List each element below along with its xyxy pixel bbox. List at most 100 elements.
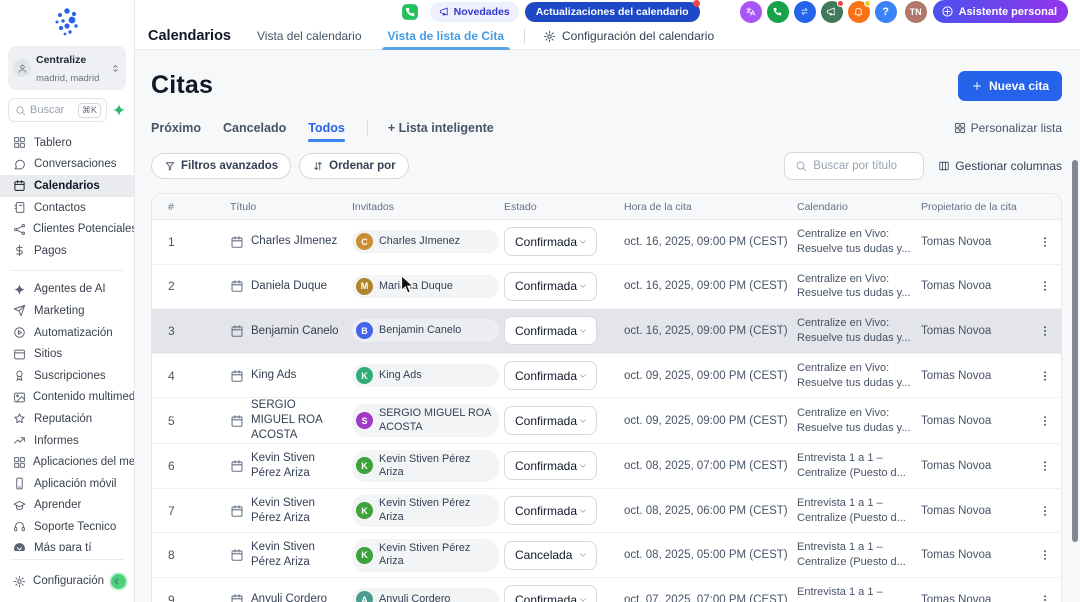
row-menu-button[interactable] xyxy=(1029,235,1061,249)
sidebar-collapse-button[interactable] xyxy=(111,574,126,589)
tab-proximo[interactable]: Próximo xyxy=(151,121,201,142)
appointment-title-cell[interactable]: King Ads xyxy=(230,368,352,383)
appointment-title-cell[interactable]: Charles JImenez xyxy=(230,234,352,249)
sidebar-item-más-para-tí[interactable]: Más para tí xyxy=(0,538,134,551)
notifications-icon[interactable] xyxy=(848,1,870,23)
table-row[interactable]: 2 Daniela Duque M Mariana Duque Confirma… xyxy=(152,265,1061,310)
search-by-title-input[interactable] xyxy=(813,160,913,172)
status-dropdown[interactable]: Confirmada xyxy=(504,585,597,602)
manage-columns-button[interactable]: Gestionar columnas xyxy=(938,159,1062,173)
sidebar-item-aplicaciones-del-mercado[interactable]: Aplicaciones del mercado xyxy=(0,451,134,473)
table-row[interactable]: 6 Kevin Stiven Pérez Ariza K Kevin Stive… xyxy=(152,444,1061,489)
sidebar-item-contactos[interactable]: Contactos xyxy=(0,197,134,219)
sidebar-item-aprender[interactable]: Aprender xyxy=(0,495,134,517)
sidebar-item-suscripciones[interactable]: Suscripciones xyxy=(0,365,134,387)
status-cell: Confirmada xyxy=(504,451,624,480)
sidebar-item-clientes-potenciales[interactable]: Clientes Potenciales xyxy=(0,218,134,240)
novedades-pill[interactable]: Novedades xyxy=(430,2,519,22)
status-dropdown[interactable]: Confirmada xyxy=(504,406,597,435)
sidebar-item-automatización[interactable]: Automatización xyxy=(0,322,134,344)
appointment-title-cell[interactable]: Kevin Stiven Pérez Ariza xyxy=(230,451,352,481)
table-row[interactable]: 4 King Ads K King Ads Confirmada oct. 09… xyxy=(152,354,1061,399)
advanced-filters-button[interactable]: Filtros avanzados xyxy=(151,153,291,179)
tab-todos[interactable]: Todos xyxy=(308,121,345,142)
account-selector[interactable]: Centralize madrid, madrid xyxy=(8,46,126,90)
invitee-pill[interactable]: K Kevin Stiven Pérez Ariza xyxy=(352,494,499,527)
sidebar-item-soporte-tecnico[interactable]: Soporte Tecnico xyxy=(0,516,134,538)
status-dropdown[interactable]: Cancelada xyxy=(504,541,597,570)
status-dropdown[interactable]: Confirmada xyxy=(504,451,597,480)
sidebar-item-marketing[interactable]: Marketing xyxy=(0,300,134,322)
announcements-icon[interactable] xyxy=(821,1,843,23)
smart-list-button[interactable]: + Lista inteligente xyxy=(388,121,494,142)
appointment-title-cell[interactable]: Kevin Stiven Pérez Ariza xyxy=(230,496,352,526)
invitee-pill[interactable]: K Kevin Stiven Pérez Ariza xyxy=(352,539,499,572)
table-row[interactable]: 7 Kevin Stiven Pérez Ariza K Kevin Stive… xyxy=(152,489,1061,534)
sidebar-item-agentes-de-ai[interactable]: Agentes de AI xyxy=(0,279,134,301)
appointment-title-cell[interactable]: Anyuli Cordero xyxy=(230,592,352,602)
table-row[interactable]: 9 Anyuli Cordero A Anyuli Cordero Confir… xyxy=(152,578,1061,602)
user-avatar[interactable]: TN xyxy=(905,1,927,23)
status-dropdown[interactable]: Confirmada xyxy=(504,496,597,525)
help-icon[interactable]: ? xyxy=(875,1,897,23)
sidebar-item-pagos[interactable]: Pagos xyxy=(0,240,134,262)
phone-icon[interactable] xyxy=(767,1,789,23)
invitee-pill[interactable]: C Charles JImenez xyxy=(352,230,499,253)
new-appointment-button[interactable]: Nueva cita xyxy=(958,71,1062,101)
status-dropdown[interactable]: Confirmada xyxy=(504,272,597,301)
transfer-icon[interactable] xyxy=(794,1,816,23)
tab-cancelado[interactable]: Cancelado xyxy=(223,121,286,142)
ai-sparkle-button[interactable] xyxy=(112,103,126,117)
table-row[interactable]: 3 Benjamin Canelo B Benjamin Canelo Conf… xyxy=(152,309,1061,354)
status-dropdown[interactable]: Confirmada xyxy=(504,361,597,390)
row-menu-button[interactable] xyxy=(1029,324,1061,338)
row-menu-button[interactable] xyxy=(1029,504,1061,518)
sidebar-item-contenido-multimedia-u[interactable]: Contenido multimedia U... xyxy=(0,387,134,409)
invitee-pill[interactable]: K Kevin Stiven Pérez Ariza xyxy=(352,450,499,483)
sidebar-search[interactable]: ⌘K xyxy=(8,98,107,122)
table-row[interactable]: 1 Charles JImenez C Charles JImenez Conf… xyxy=(152,220,1061,265)
sidebar-item-calendarios[interactable]: Calendarios xyxy=(0,175,134,197)
chevron-down-icon xyxy=(578,281,588,291)
row-menu-button[interactable] xyxy=(1029,459,1061,473)
sidebar-item-configuracion[interactable]: Configuración xyxy=(0,568,134,594)
search-by-title[interactable] xyxy=(784,152,924,180)
sidebar-item-tablero[interactable]: Tablero xyxy=(0,132,134,154)
appointment-title-cell[interactable]: SERGIO MIGUEL ROA ACOSTA xyxy=(230,398,352,443)
sidebar-item-reputación[interactable]: Reputación xyxy=(0,408,134,430)
invitee-pill[interactable]: S SERGIO MIGUEL ROA ACOSTA xyxy=(352,404,499,437)
row-menu-button[interactable] xyxy=(1029,279,1061,293)
customize-list-button[interactable]: Personalizar lista xyxy=(954,121,1062,141)
appointment-title-cell[interactable]: Benjamin Canelo xyxy=(230,324,352,339)
sidebar-item-informes[interactable]: Informes xyxy=(0,430,134,452)
table-row[interactable]: 5 SERGIO MIGUEL ROA ACOSTA S SERGIO MIGU… xyxy=(152,398,1061,444)
sidebar-search-input[interactable] xyxy=(30,104,74,116)
sort-by-button[interactable]: Ordenar por xyxy=(299,153,408,179)
calendar-settings-link[interactable]: Configuración del calendario xyxy=(543,29,714,43)
invitee-pill[interactable]: K King Ads xyxy=(352,364,499,387)
row-menu-button[interactable] xyxy=(1029,548,1061,562)
status-dropdown[interactable]: Confirmada xyxy=(504,227,597,256)
appointment-title-cell[interactable]: Daniela Duque xyxy=(230,279,352,294)
row-menu-button[interactable] xyxy=(1029,593,1061,602)
tab-vista-del-calendario[interactable]: Vista del calendario xyxy=(257,23,362,50)
sidebar-item-sitios[interactable]: Sitios xyxy=(0,343,134,365)
row-menu-button[interactable] xyxy=(1029,414,1061,428)
row-menu-button[interactable] xyxy=(1029,369,1061,383)
calendar-name: Entrevista 1 a 1 –Centralize (Puesto d..… xyxy=(797,540,921,570)
dialer-icon[interactable] xyxy=(400,2,420,22)
vertical-scrollbar[interactable] xyxy=(1072,160,1078,542)
appointment-title: Daniela Duque xyxy=(251,279,327,294)
table-row[interactable]: 8 Kevin Stiven Pérez Ariza K Kevin Stive… xyxy=(152,533,1061,578)
status-dropdown[interactable]: Confirmada xyxy=(504,316,597,345)
sidebar-item-aplicación-móvil[interactable]: Aplicación móvil xyxy=(0,473,134,495)
personal-assistant-button[interactable]: Asistente personal xyxy=(933,0,1068,23)
invitee-pill[interactable]: B Benjamin Canelo xyxy=(352,319,499,342)
sidebar-item-conversaciones[interactable]: Conversaciones xyxy=(0,154,134,176)
invitee-pill[interactable]: M Mariana Duque xyxy=(352,275,499,298)
calendar-updates-pill[interactable]: Actualizaciones del calendario xyxy=(525,2,700,22)
tab-vista-de-lista-de-cita[interactable]: Vista de lista de Cita xyxy=(388,23,505,50)
invitee-pill[interactable]: A Anyuli Cordero xyxy=(352,588,499,602)
translate-icon[interactable] xyxy=(740,1,762,23)
appointment-title-cell[interactable]: Kevin Stiven Pérez Ariza xyxy=(230,540,352,570)
